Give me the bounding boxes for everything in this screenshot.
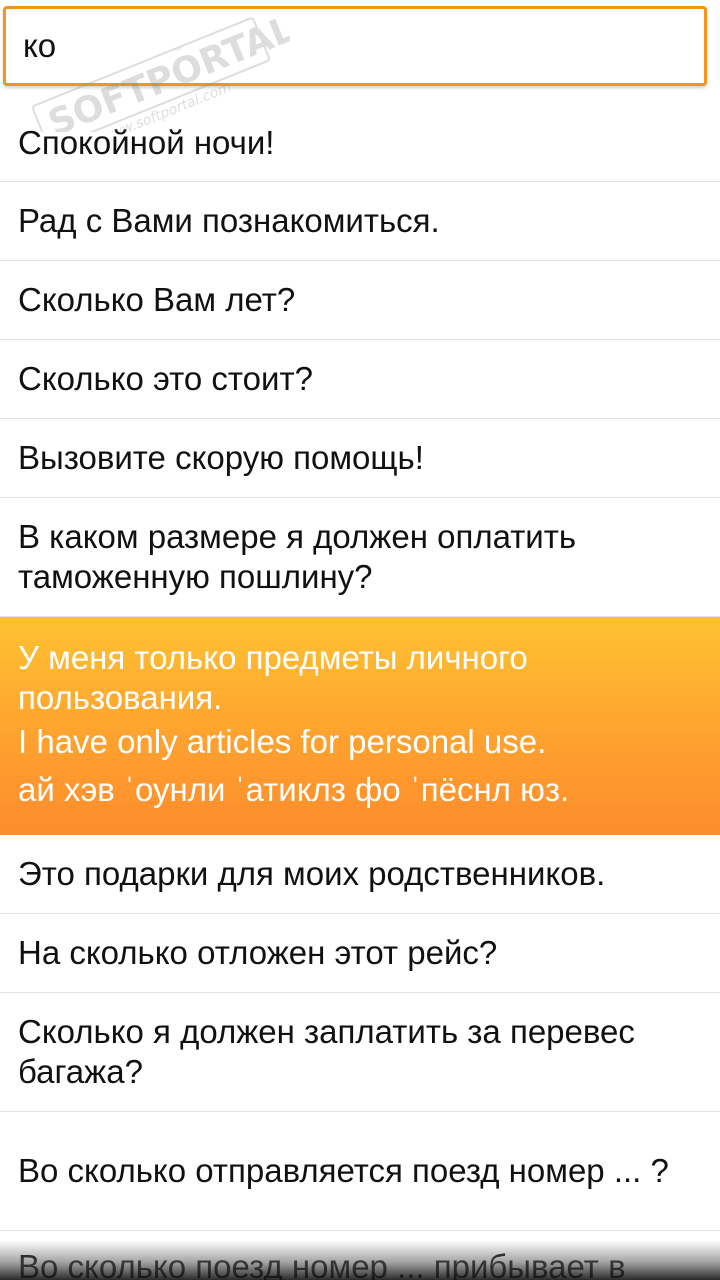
phrase-list: Спокойной ночи! Рад с Вами познакомиться… <box>0 104 720 1280</box>
phrase-text: Во сколько поезд номер ... прибывает в <box>18 1248 626 1280</box>
phrasebook-screen: SOFTPORTAL ™ www.softportal.com Спокойно… <box>0 0 720 1280</box>
list-item[interactable]: В каком размере я должен оплатить таможе… <box>0 498 720 617</box>
list-item-selected[interactable]: У меня только предметы личного пользован… <box>0 617 720 835</box>
list-item[interactable]: Во сколько поезд номер ... прибывает в <box>0 1231 720 1280</box>
phrase-text: Это подарки для моих родственников. <box>18 855 606 892</box>
search-input[interactable] <box>3 6 707 86</box>
phrase-text: Рад с Вами познакомиться. <box>18 202 440 239</box>
phrase-text: Сколько это стоит? <box>18 360 313 397</box>
phrase-text: Спокойной ночи! <box>18 123 275 161</box>
transcription-text: ай хэв ˈоунли ˈатиклз фо ˈпёснл юз. <box>18 771 570 808</box>
phrase-text: Сколько Вам лет? <box>18 281 296 318</box>
phrase-text: Вызовите скорую помощь! <box>18 439 424 476</box>
list-item[interactable]: Сколько я должен заплатить за перевес ба… <box>0 993 720 1112</box>
list-item[interactable]: Спокойной ночи! <box>0 104 720 182</box>
phrase-text: Сколько я должен заплатить за перевес ба… <box>18 1013 635 1090</box>
list-item[interactable]: Сколько это стоит? <box>0 340 720 419</box>
list-item[interactable]: На сколько отложен этот рейс? <box>0 914 720 993</box>
search-bar <box>0 0 720 106</box>
list-item[interactable]: Вызовите скорую помощь! <box>0 419 720 498</box>
list-item[interactable]: Это подарки для моих родственников. <box>0 835 720 914</box>
list-item[interactable]: Рад с Вами познакомиться. <box>0 182 720 261</box>
phrase-text: Во сколько отправляется поезд номер ... … <box>18 1152 669 1189</box>
english-translation: I have only articles for personal use. <box>18 723 547 760</box>
list-item[interactable]: Во сколько отправляется поезд номер ... … <box>0 1112 720 1231</box>
list-item[interactable]: Сколько Вам лет? <box>0 261 720 340</box>
phrase-text: У меня только предметы личного пользован… <box>18 639 528 716</box>
phrase-text: В каком размере я должен оплатить таможе… <box>18 518 577 595</box>
phrase-text: На сколько отложен этот рейс? <box>18 934 498 971</box>
